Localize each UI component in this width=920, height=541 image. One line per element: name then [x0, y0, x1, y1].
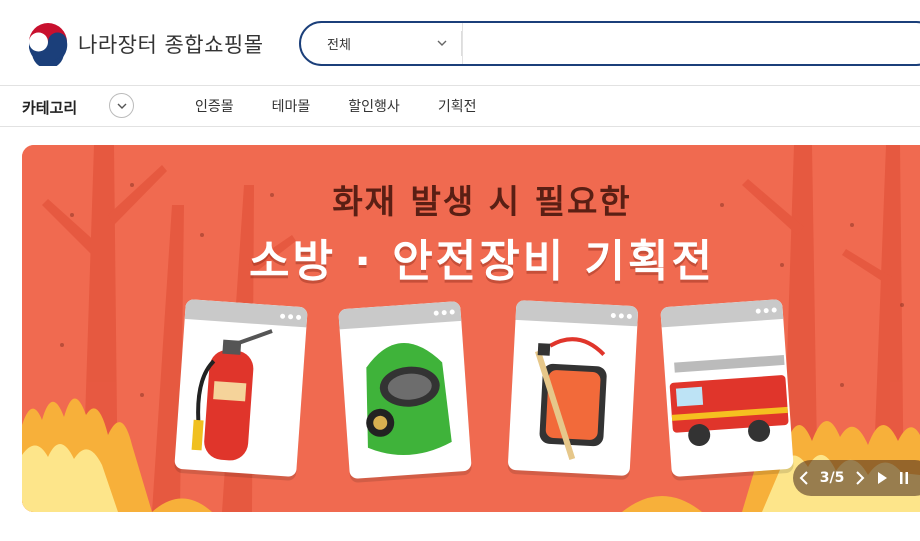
category-toggle-button[interactable] [109, 93, 134, 118]
fire-extinguisher-icon [191, 329, 273, 461]
pause-button[interactable] [893, 460, 915, 496]
pause-icon [900, 472, 908, 484]
next-slide-button[interactable] [849, 460, 871, 496]
nav-menu: 인증몰 테마몰 할인행사 기획전 [195, 96, 476, 116]
category-label[interactable]: 카테고리 [22, 97, 77, 118]
taegeuk-emblem-icon [27, 23, 69, 66]
promo-banner[interactable]: 화재 발생 시 필요한 소방 · 안전장비 기획전 [22, 145, 920, 512]
search-bar: 전체 [299, 21, 920, 66]
slide-total: 5 [834, 470, 845, 486]
slide-controls: 3/5 [793, 460, 920, 496]
fire-hose-reel-icon [535, 337, 607, 460]
product-card[interactable] [338, 300, 472, 480]
nav-item-theme-mall[interactable]: 테마몰 [272, 96, 311, 116]
search-scope-select[interactable]: 전체 [301, 23, 463, 64]
site-title: 나라장터 종합쇼핑몰 [78, 33, 264, 57]
main-nav: 카테고리 인증몰 테마몰 할인행사 기획전 [0, 86, 920, 127]
nav-item-certified-mall[interactable]: 인증몰 [195, 96, 234, 116]
site-logo[interactable]: 나라장터 종합쇼핑몰 [26, 22, 264, 66]
play-icon [878, 472, 887, 484]
chevron-down-icon [437, 40, 447, 46]
product-card[interactable] [174, 298, 308, 478]
gas-mask-icon [366, 343, 452, 456]
site-header: 나라장터 종합쇼핑몰 전체 [0, 0, 920, 86]
nav-item-special-exhibitions[interactable]: 기획전 [438, 96, 477, 116]
prev-slide-button[interactable] [793, 460, 815, 496]
play-button[interactable] [871, 460, 893, 496]
chevron-right-icon [856, 471, 865, 485]
search-input[interactable] [471, 29, 911, 58]
banner-title: 소방 · 안전장비 기획전 [249, 236, 715, 287]
product-card[interactable] [507, 299, 639, 477]
slide-counter: 3/5 [815, 470, 849, 486]
nav-item-discount-events[interactable]: 할인행사 [348, 96, 400, 116]
banner-headline: 화재 발생 시 필요한 [332, 182, 632, 221]
chevron-left-icon [799, 471, 808, 485]
fire-truck-icon [669, 354, 789, 447]
slide-current: 3 [819, 470, 830, 486]
product-card[interactable] [660, 298, 794, 478]
chevron-down-icon [117, 103, 126, 109]
search-scope-label: 전체 [327, 38, 351, 53]
